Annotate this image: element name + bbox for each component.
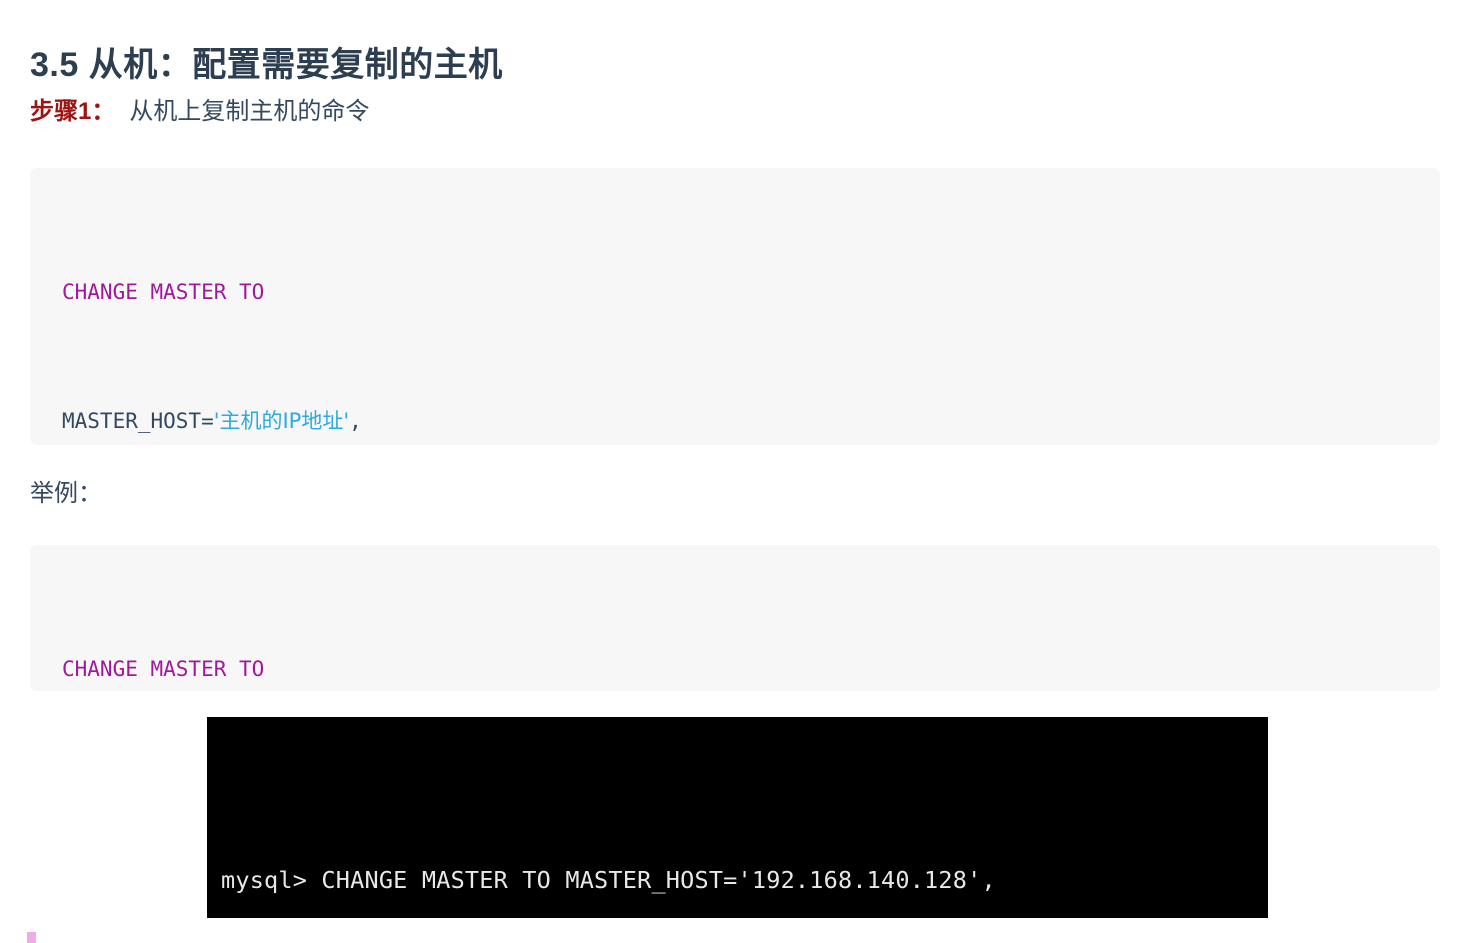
step-label: 步骤1： (30, 98, 116, 125)
step-description: 从机上复制主机的命令 (129, 98, 370, 125)
terminal-line-partial (221, 779, 1096, 793)
page-title: 3.5 从机：配置需要复制的主机 (30, 45, 503, 84)
terminal-output: mysql> CHANGE MASTER TO MASTER_HOST='192… (221, 717, 1096, 918)
code-block-example-command[interactable]: CHANGE MASTER TO MASTER_HOST='192.168.1.… (30, 545, 1440, 691)
step-line: 步骤1： 从机上复制主机的命令 (30, 98, 369, 127)
code-line: MASTER_HOST='主机的IP地址', (62, 400, 1440, 443)
example-caption: 举例： (30, 480, 102, 507)
sql-keyword: CHANGE MASTER TO (62, 280, 265, 304)
text-cursor-marker (27, 932, 36, 943)
terminal-screenshot: mysql> CHANGE MASTER TO MASTER_HOST='192… (207, 717, 1268, 918)
code-line: CHANGE MASTER TO (62, 648, 1440, 691)
document-page: 3.5 从机：配置需要复制的主机 步骤1： 从机上复制主机的命令 CHANGE M… (0, 0, 1465, 943)
sql-keyword: CHANGE MASTER TO (62, 657, 265, 681)
code-line: CHANGE MASTER TO (62, 271, 1440, 314)
code-block-template-command[interactable]: CHANGE MASTER TO MASTER_HOST='主机的IP地址', … (30, 168, 1440, 445)
sql-identifier: MASTER_HOST= (62, 409, 214, 433)
sql-string: '主机的IP地址' (213, 409, 350, 433)
sql-punctuation: , (349, 409, 362, 433)
terminal-line: mysql> CHANGE MASTER TO MASTER_HOST='192… (221, 866, 996, 894)
